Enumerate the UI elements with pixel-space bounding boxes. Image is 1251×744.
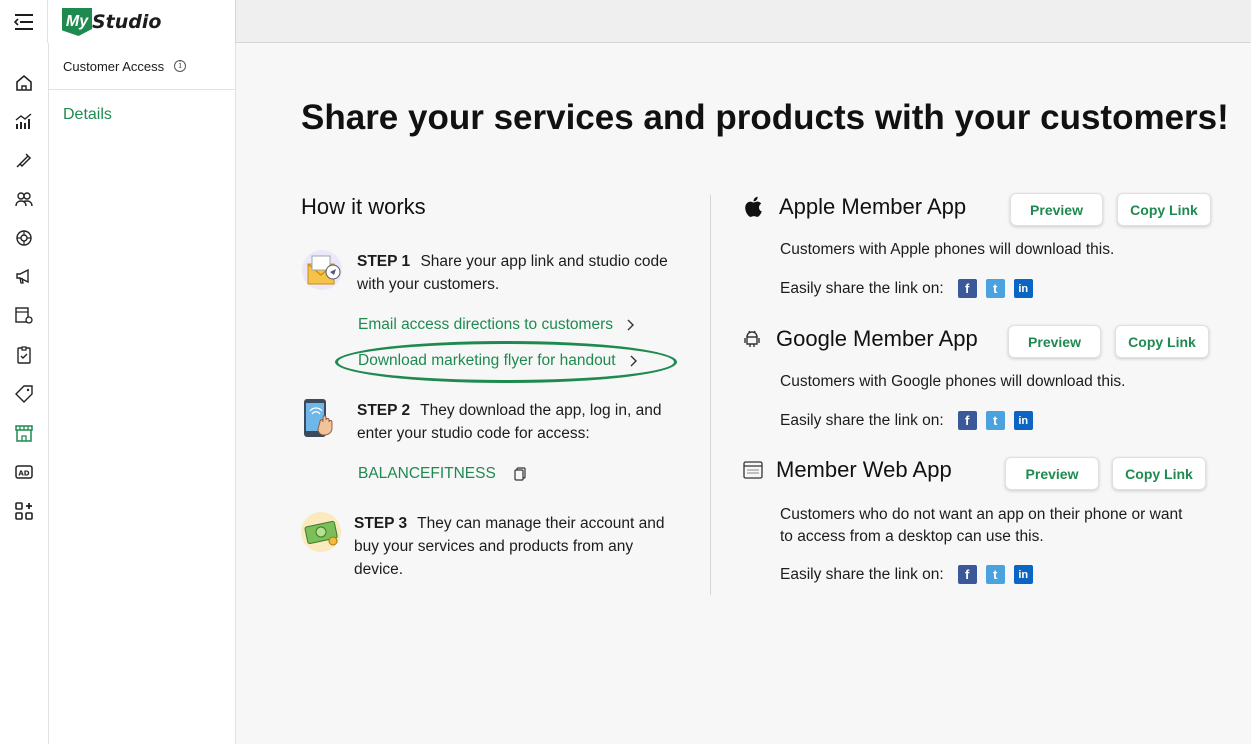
web-app-description: Customers who do not want an app on thei…	[780, 506, 1183, 545]
ad-icon[interactable]: AD	[12, 460, 36, 484]
linkedin-icon[interactable]: in	[1013, 411, 1033, 430]
step-2-text: STEP 2 They download the app, log in, an…	[357, 399, 682, 445]
copy-icon[interactable]	[514, 467, 526, 481]
studio-code-value: BALANCEFITNESS	[358, 465, 496, 482]
web-preview-button[interactable]: Preview	[1005, 457, 1099, 490]
google-app-description: Customers with Google phones will downlo…	[780, 373, 1126, 390]
apple-preview-button[interactable]: Preview	[1010, 193, 1103, 226]
menu-collapse-icon	[13, 13, 33, 30]
menu-toggle-button[interactable]	[0, 0, 48, 43]
step-2-label: STEP 2	[357, 402, 411, 419]
top-bar-brand-area: My Studio	[0, 0, 236, 43]
facebook-icon[interactable]: f	[957, 565, 977, 584]
email-send-illustration	[300, 248, 344, 292]
step-1-text: STEP 1 Share your app link and studio co…	[357, 250, 677, 296]
facebook-icon[interactable]: f	[957, 411, 977, 430]
logo-text: Studio	[92, 11, 162, 33]
apple-app-title: Apple Member App	[779, 194, 967, 219]
customer-access-panel: Customer Access i Details	[49, 43, 236, 744]
how-it-works-title: How it works	[301, 194, 426, 219]
web-app-title: Member Web App	[776, 457, 952, 482]
analytics-icon[interactable]	[12, 109, 36, 133]
email-directions-label: Email access directions to customers	[358, 316, 613, 333]
info-icon[interactable]: i	[174, 60, 187, 72]
google-app-title: Google Member App	[776, 326, 978, 351]
schedule-settings-icon[interactable]	[12, 303, 36, 327]
page-title: Share your services and products with yo…	[301, 98, 1229, 137]
column-divider	[710, 195, 711, 595]
storefront-icon[interactable]	[12, 421, 36, 445]
web-share-row: Easily share the link on: f t in	[780, 565, 1033, 584]
tasks-icon[interactable]	[12, 343, 36, 367]
android-icon	[741, 328, 763, 350]
highlight-ellipse	[335, 341, 677, 383]
facebook-icon[interactable]: f	[957, 279, 977, 298]
studio-code: BALANCEFITNESS	[358, 465, 526, 483]
marketing-icon[interactable]	[12, 264, 36, 288]
step-3-text: STEP 3 They can manage their account and…	[354, 512, 674, 581]
add-apps-icon[interactable]	[12, 499, 36, 523]
mystudio-logo[interactable]: My Studio	[62, 8, 161, 36]
email-directions-link[interactable]: Email access directions to customers	[358, 316, 635, 334]
network-icon[interactable]	[12, 226, 36, 250]
share-label: Easily share the link on:	[780, 565, 944, 583]
web-copy-link-button[interactable]: Copy Link	[1112, 457, 1206, 490]
icon-rail: AD	[0, 43, 49, 744]
google-share-row: Easily share the link on: f t in	[780, 411, 1033, 430]
linkedin-icon[interactable]: in	[1013, 279, 1033, 298]
phone-tap-illustration	[298, 396, 342, 440]
twitter-icon[interactable]: t	[985, 565, 1005, 584]
logo-mark: My	[62, 8, 92, 36]
share-label: Easily share the link on:	[780, 411, 944, 429]
apple-icon	[743, 196, 765, 218]
google-copy-link-button[interactable]: Copy Link	[1115, 325, 1209, 358]
apple-app-description: Customers with Apple phones will downloa…	[780, 241, 1115, 258]
twitter-icon[interactable]: t	[985, 411, 1005, 430]
panel-item-details[interactable]: Details	[49, 90, 235, 124]
home-icon[interactable]	[12, 71, 36, 95]
twitter-icon[interactable]: t	[985, 279, 1005, 298]
browser-window-icon	[742, 459, 764, 481]
panel-header: Customer Access i	[49, 43, 235, 90]
share-label: Easily share the link on:	[780, 279, 944, 297]
apple-copy-link-button[interactable]: Copy Link	[1117, 193, 1211, 226]
linkedin-icon[interactable]: in	[1013, 565, 1033, 584]
svg-text:AD: AD	[18, 470, 29, 478]
step-3-label: STEP 3	[354, 515, 408, 532]
step-1-label: STEP 1	[357, 253, 411, 270]
services-icon[interactable]	[12, 148, 36, 172]
tag-icon[interactable]	[12, 382, 36, 406]
money-illustration	[299, 510, 343, 554]
chevron-right-icon	[627, 319, 634, 331]
apple-share-row: Easily share the link on: f t in	[780, 279, 1033, 298]
panel-title: Customer Access	[63, 58, 165, 74]
google-preview-button[interactable]: Preview	[1008, 325, 1101, 358]
customers-icon[interactable]	[12, 187, 36, 211]
